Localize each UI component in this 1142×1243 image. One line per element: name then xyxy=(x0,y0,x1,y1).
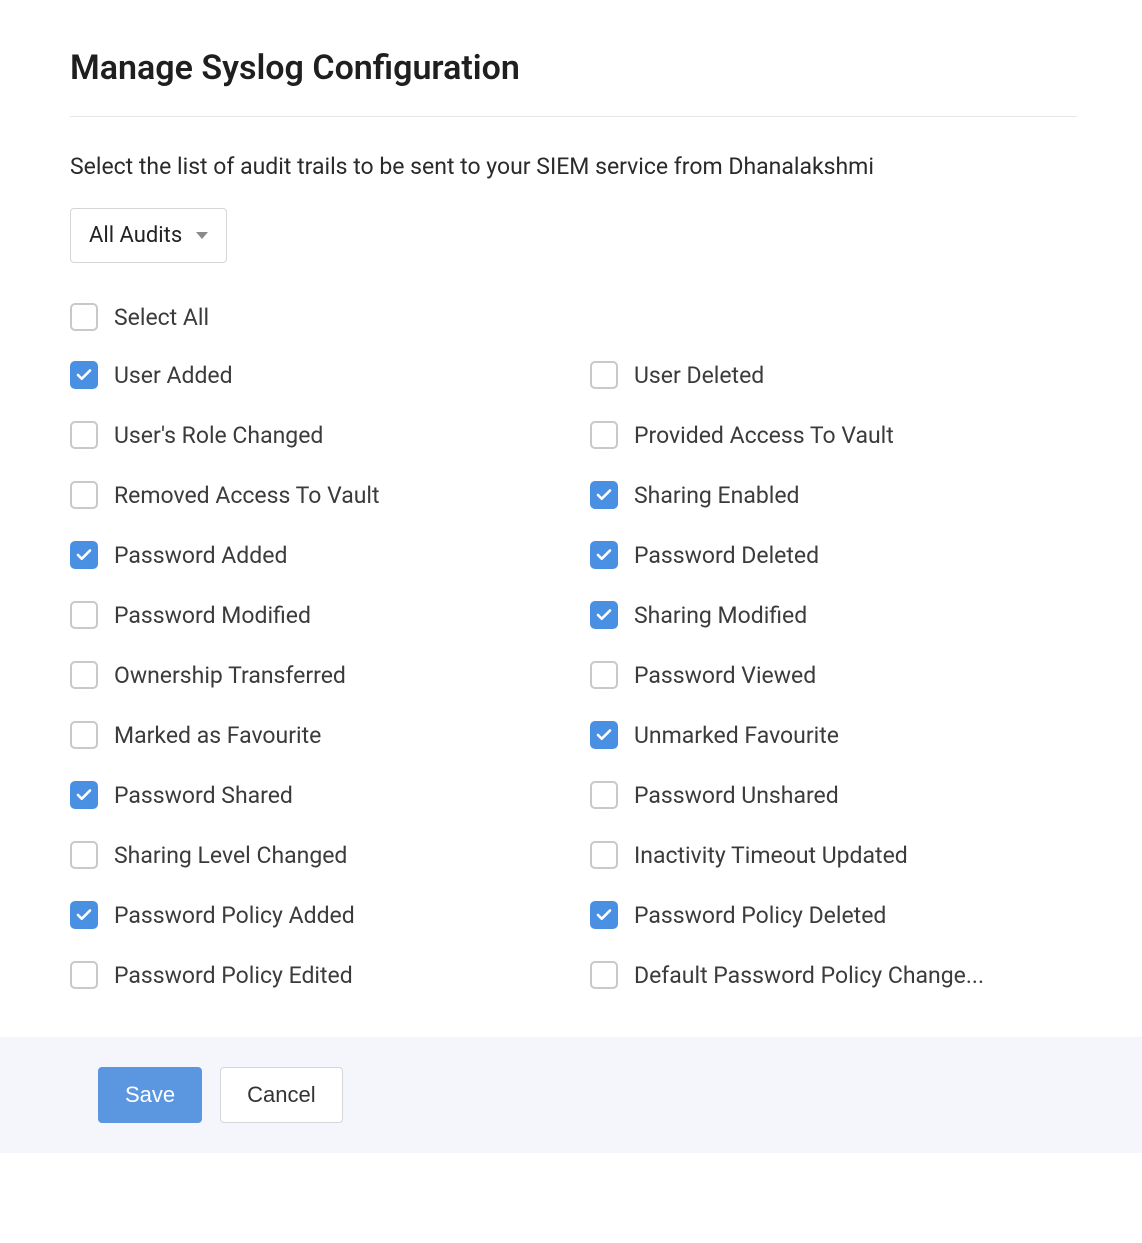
audits-dropdown[interactable]: All Audits xyxy=(70,208,227,263)
page-title: Manage Syslog Configuration xyxy=(70,48,1077,88)
audit-item-label: Password Policy Edited xyxy=(114,962,353,989)
audit-item-checkbox[interactable] xyxy=(70,421,98,449)
audit-item-label: Removed Access To Vault xyxy=(114,482,380,509)
audit-item-checkbox[interactable] xyxy=(590,961,618,989)
audit-item-label: Sharing Modified xyxy=(634,602,807,629)
audit-item-label: Ownership Transferred xyxy=(114,662,346,689)
audit-item-row: Unmarked Favourite xyxy=(590,721,1077,749)
audit-item-row: Removed Access To Vault xyxy=(70,481,590,509)
audit-item-row: Password Modified xyxy=(70,601,590,629)
audit-item-label: User Added xyxy=(114,362,233,389)
audit-item-checkbox[interactable] xyxy=(590,901,618,929)
audit-item-row: Password Added xyxy=(70,541,590,569)
audit-item-label: Inactivity Timeout Updated xyxy=(634,842,908,869)
audit-item-checkbox[interactable] xyxy=(590,541,618,569)
audit-item-checkbox[interactable] xyxy=(590,841,618,869)
audit-item-label: Password Deleted xyxy=(634,542,819,569)
audit-checkbox-grid: User Added User Deleted User's Role Change… xyxy=(70,361,1077,989)
audit-item-row: Default Password Policy Change... xyxy=(590,961,1077,989)
audit-item-checkbox[interactable] xyxy=(70,901,98,929)
select-all-label: Select All xyxy=(114,304,209,331)
audit-item-checkbox[interactable] xyxy=(590,481,618,509)
audit-item-label: User's Role Changed xyxy=(114,422,323,449)
audit-item-row: User's Role Changed xyxy=(70,421,590,449)
audit-item-row: Inactivity Timeout Updated xyxy=(590,841,1077,869)
audit-item-row: Password Policy Added xyxy=(70,901,590,929)
audit-item-checkbox[interactable] xyxy=(590,661,618,689)
audit-item-label: User Deleted xyxy=(634,362,764,389)
audit-item-checkbox[interactable] xyxy=(70,961,98,989)
audit-item-label: Password Unshared xyxy=(634,782,839,809)
audit-item-checkbox[interactable] xyxy=(70,661,98,689)
audit-item-row: Password Policy Deleted xyxy=(590,901,1077,929)
audit-item-row: Sharing Enabled xyxy=(590,481,1077,509)
audit-item-checkbox[interactable] xyxy=(70,781,98,809)
audit-item-label: Unmarked Favourite xyxy=(634,722,839,749)
audit-item-checkbox[interactable] xyxy=(70,721,98,749)
audit-item-row: User Added xyxy=(70,361,590,389)
cancel-button[interactable]: Cancel xyxy=(220,1067,342,1123)
audit-item-label: Password Shared xyxy=(114,782,293,809)
audit-item-label: Password Policy Deleted xyxy=(634,902,886,929)
audit-item-label: Sharing Enabled xyxy=(634,482,800,509)
audit-item-row: Password Shared xyxy=(70,781,590,809)
audit-item-label: Password Added xyxy=(114,542,287,569)
audit-item-label: Password Policy Added xyxy=(114,902,355,929)
audit-item-checkbox[interactable] xyxy=(70,541,98,569)
audit-item-checkbox[interactable] xyxy=(590,781,618,809)
audit-item-checkbox[interactable] xyxy=(590,361,618,389)
audit-item-row: Sharing Level Changed xyxy=(70,841,590,869)
audit-item-row: Password Viewed xyxy=(590,661,1077,689)
audit-item-checkbox[interactable] xyxy=(70,601,98,629)
audit-item-row: Sharing Modified xyxy=(590,601,1077,629)
audit-item-label: Sharing Level Changed xyxy=(114,842,347,869)
audit-item-label: Password Viewed xyxy=(634,662,816,689)
select-all-checkbox[interactable] xyxy=(70,303,98,331)
audit-item-label: Provided Access To Vault xyxy=(634,422,894,449)
audit-item-row: Provided Access To Vault xyxy=(590,421,1077,449)
audit-item-row: Password Unshared xyxy=(590,781,1077,809)
audit-item-row: Password Policy Edited xyxy=(70,961,590,989)
save-button[interactable]: Save xyxy=(98,1067,202,1123)
audit-item-checkbox[interactable] xyxy=(70,481,98,509)
audit-item-label: Password Modified xyxy=(114,602,311,629)
audit-item-label: Marked as Favourite xyxy=(114,722,321,749)
chevron-down-icon xyxy=(196,232,208,239)
description-text: Select the list of audit trails to be se… xyxy=(70,153,1077,180)
audit-item-row: User Deleted xyxy=(590,361,1077,389)
select-all-row: Select All xyxy=(70,303,1077,331)
audit-item-checkbox[interactable] xyxy=(70,841,98,869)
audit-item-checkbox[interactable] xyxy=(590,421,618,449)
audit-item-label: Default Password Policy Change... xyxy=(634,962,984,989)
audit-item-row: Password Deleted xyxy=(590,541,1077,569)
audit-item-checkbox[interactable] xyxy=(590,721,618,749)
divider xyxy=(70,116,1077,117)
audit-item-row: Marked as Favourite xyxy=(70,721,590,749)
audit-item-checkbox[interactable] xyxy=(590,601,618,629)
dropdown-selected-label: All Audits xyxy=(89,223,182,248)
audit-item-row: Ownership Transferred xyxy=(70,661,590,689)
footer-actions: Save Cancel xyxy=(0,1037,1142,1153)
audit-item-checkbox[interactable] xyxy=(70,361,98,389)
